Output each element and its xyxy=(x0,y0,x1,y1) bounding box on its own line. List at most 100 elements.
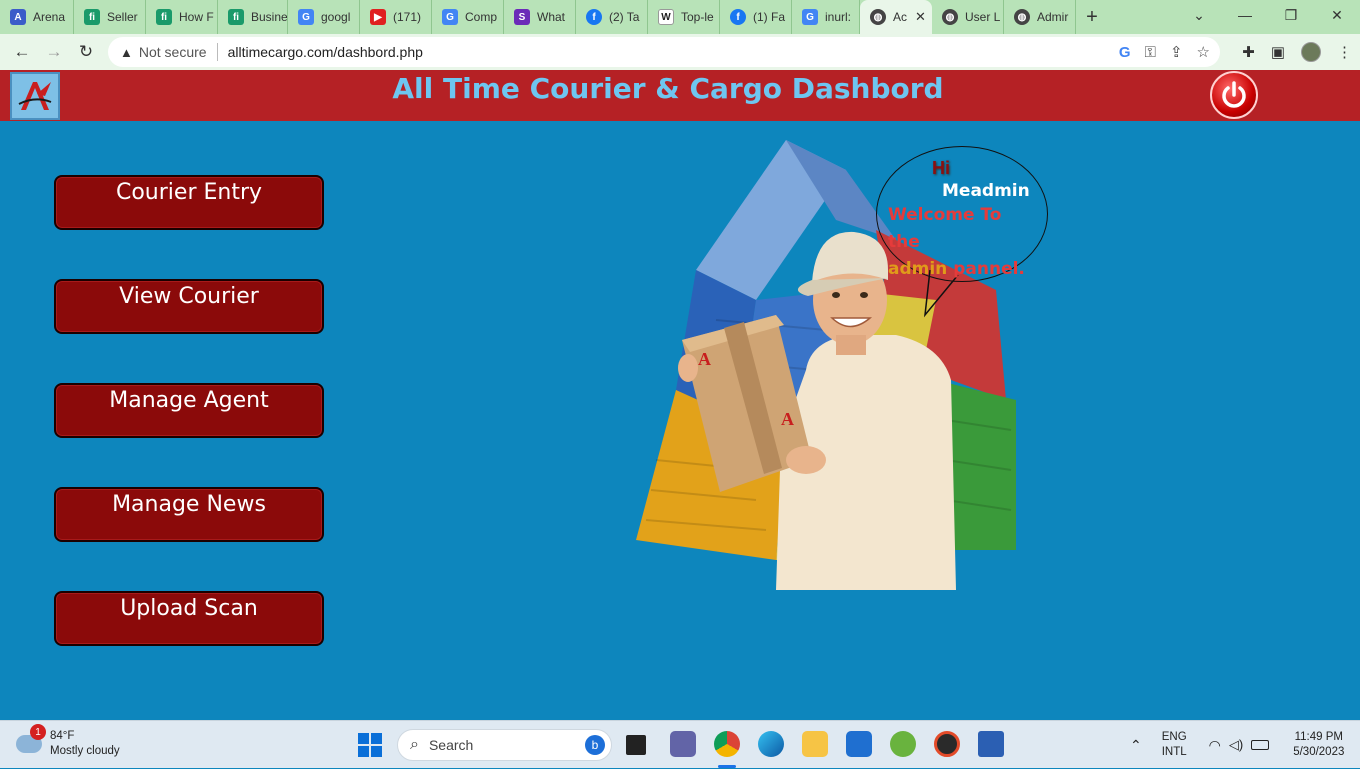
tab-title: Admir xyxy=(1037,10,1069,24)
close-tab-icon[interactable]: ✕ xyxy=(915,9,926,25)
edge-icon[interactable] xyxy=(758,731,784,757)
address-bar[interactable]: ▲ Not secure alltimecargo.com/dashbord.p… xyxy=(108,37,1220,67)
minimize-button[interactable]: — xyxy=(1222,0,1268,30)
file-explorer-icon[interactable] xyxy=(802,731,828,757)
extension-icons: ✚ ▣ ⋮ xyxy=(1242,34,1352,70)
clock-time: 11:49 PM xyxy=(1294,731,1343,743)
logout-power-button[interactable] xyxy=(1210,71,1258,119)
browser-tab[interactable]: Ginurl: xyxy=(792,0,860,34)
view-courier-button[interactable]: View Courier xyxy=(54,279,324,334)
globe-icon: ◍ xyxy=(942,9,958,25)
browser-tab[interactable]: fi Seller xyxy=(74,0,146,34)
wifi-icon[interactable]: ◠ xyxy=(1209,737,1221,754)
tab-favicon-icon: fi xyxy=(156,9,172,25)
bookmark-star-icon[interactable]: ☆ xyxy=(1197,43,1210,61)
teams-chat-icon[interactable] xyxy=(670,731,696,757)
weather-temp: 84°F xyxy=(50,730,75,742)
tab-search-chevron-icon[interactable]: ⌄ xyxy=(1176,0,1222,30)
tab-favicon-icon: W xyxy=(658,9,674,25)
browser-tab[interactable]: Ggoogl xyxy=(288,0,360,34)
browser-tab[interactable]: f (1) Fa xyxy=(720,0,792,34)
welcome-highlight: admin xyxy=(888,259,948,279)
browser-tab[interactable]: ◍ Admir xyxy=(1004,0,1076,34)
google-icon[interactable]: G xyxy=(1119,44,1131,61)
notification-badge: 1 xyxy=(30,724,46,740)
media-player-icon[interactable] xyxy=(934,731,960,757)
show-hidden-icons-chevron-icon[interactable]: ⌃ xyxy=(1130,737,1142,754)
volume-icon[interactable]: ◁) xyxy=(1229,737,1243,753)
bing-icon[interactable]: b xyxy=(585,735,605,755)
dashboard-page: All Time Courier & Cargo Dashbord Courie… xyxy=(0,70,1360,720)
microsoft-store-icon[interactable] xyxy=(846,731,872,757)
system-tray: ⌃ ENG INTL ◠ ◁) 11:49 PM 5/30/2023 xyxy=(1130,721,1344,769)
tab-favicon-icon: A xyxy=(10,9,26,25)
browser-tab[interactable]: G Comp xyxy=(432,0,504,34)
divider xyxy=(216,43,218,61)
tab-title: googl xyxy=(321,10,351,24)
courier-entry-button[interactable]: Courier Entry xyxy=(54,175,324,230)
windows-start-icon[interactable] xyxy=(358,733,382,757)
profile-avatar[interactable] xyxy=(1301,42,1321,62)
tab-title: inurl: xyxy=(825,10,852,24)
key-icon[interactable]: ⚿ xyxy=(1145,44,1156,61)
side-panel-icon[interactable]: ▣ xyxy=(1271,43,1285,61)
tab-title: What xyxy=(537,10,566,24)
tab-title: Busine xyxy=(251,10,288,24)
welcome-text-end: pannel. xyxy=(953,259,1025,279)
tab-favicon-icon: S xyxy=(514,9,530,25)
search-placeholder: Search xyxy=(428,737,474,753)
tab-favicon-icon: ▶ xyxy=(370,9,386,25)
language-indicator[interactable]: ENG INTL xyxy=(1162,730,1187,760)
tab-favicon-icon: fi xyxy=(228,9,244,25)
browser-tab[interactable]: S What xyxy=(504,0,576,34)
tab-favicon-icon: G xyxy=(298,9,314,25)
new-tab-button[interactable]: + xyxy=(1076,0,1108,34)
browser-tab[interactable]: W Top-le xyxy=(648,0,720,34)
svg-text:A: A xyxy=(781,409,794,429)
extensions-puzzle-icon[interactable]: ✚ xyxy=(1242,43,1255,61)
tab-title: Arena xyxy=(33,10,66,24)
browser-tab[interactable]: ▶ (171) xyxy=(360,0,432,34)
browser-tab[interactable]: fi How F xyxy=(146,0,218,34)
page-title: All Time Courier & Cargo Dashbord xyxy=(392,72,944,105)
browser-tab-strip: A Arena fi Seller fi How F fi Busine Ggoogl … xyxy=(0,0,1360,34)
chrome-icon[interactable] xyxy=(714,731,740,757)
tab-favicon-icon: fi xyxy=(84,9,100,25)
welcome-message: Welcome To the admin pannel. xyxy=(888,202,1038,283)
menu-kebab-icon[interactable]: ⋮ xyxy=(1337,43,1352,61)
battery-icon[interactable] xyxy=(1251,740,1270,750)
word-icon[interactable] xyxy=(978,731,1004,757)
reload-button[interactable]: ↻ xyxy=(70,36,102,68)
browser-tab[interactable]: A Arena xyxy=(0,0,74,34)
maximize-button[interactable]: ❐ xyxy=(1268,0,1314,30)
language-code: ENG xyxy=(1161,731,1187,743)
forward-button[interactable]: → xyxy=(38,36,70,68)
browser-tab[interactable]: ◍ User L xyxy=(932,0,1004,34)
security-label[interactable]: Not secure xyxy=(139,44,207,60)
warning-icon[interactable]: ▲ xyxy=(120,45,133,60)
upload-scan-button[interactable]: Upload Scan xyxy=(54,591,324,646)
browser-tab[interactable]: f (2) Ta xyxy=(576,0,648,34)
tab-favicon-icon: f xyxy=(730,9,746,25)
share-icon[interactable]: ⇪ xyxy=(1170,43,1183,61)
clock-date: 5/30/2023 xyxy=(1293,746,1345,758)
manage-news-button[interactable]: Manage News xyxy=(54,487,324,542)
omnibox-actions: G ⚿ ⇪ ☆ xyxy=(1119,37,1210,67)
clock[interactable]: 11:49 PM 5/30/2023 xyxy=(1293,730,1344,760)
back-button[interactable]: ← xyxy=(6,36,38,68)
manage-agent-button[interactable]: Manage Agent xyxy=(54,383,324,438)
tab-title: Ac xyxy=(893,10,908,24)
close-window-button[interactable]: ✕ xyxy=(1314,0,1360,30)
weather-widget[interactable]: 1 84°F Mostly cloudy xyxy=(16,724,120,759)
task-view-icon[interactable] xyxy=(626,735,646,755)
browser-tab[interactable]: fi Busine xyxy=(218,0,288,34)
browser-toolbar: ← → ↻ ▲ Not secure alltimecargo.com/dash… xyxy=(0,34,1360,70)
globe-icon: ◍ xyxy=(870,9,886,25)
utorrent-icon[interactable] xyxy=(890,731,916,757)
windows-taskbar: 1 84°F Mostly cloudy ⌕ Search b ⌃ ENG IN… xyxy=(0,720,1360,768)
taskbar-search-box[interactable]: ⌕ Search b xyxy=(397,729,612,761)
tab-title: (1) Fa xyxy=(753,10,786,24)
url-text[interactable]: alltimecargo.com/dashbord.php xyxy=(228,44,423,60)
browser-tab-active[interactable]: ◍ Ac ✕ xyxy=(860,0,932,34)
keyboard-layout: INTL xyxy=(1161,746,1187,758)
